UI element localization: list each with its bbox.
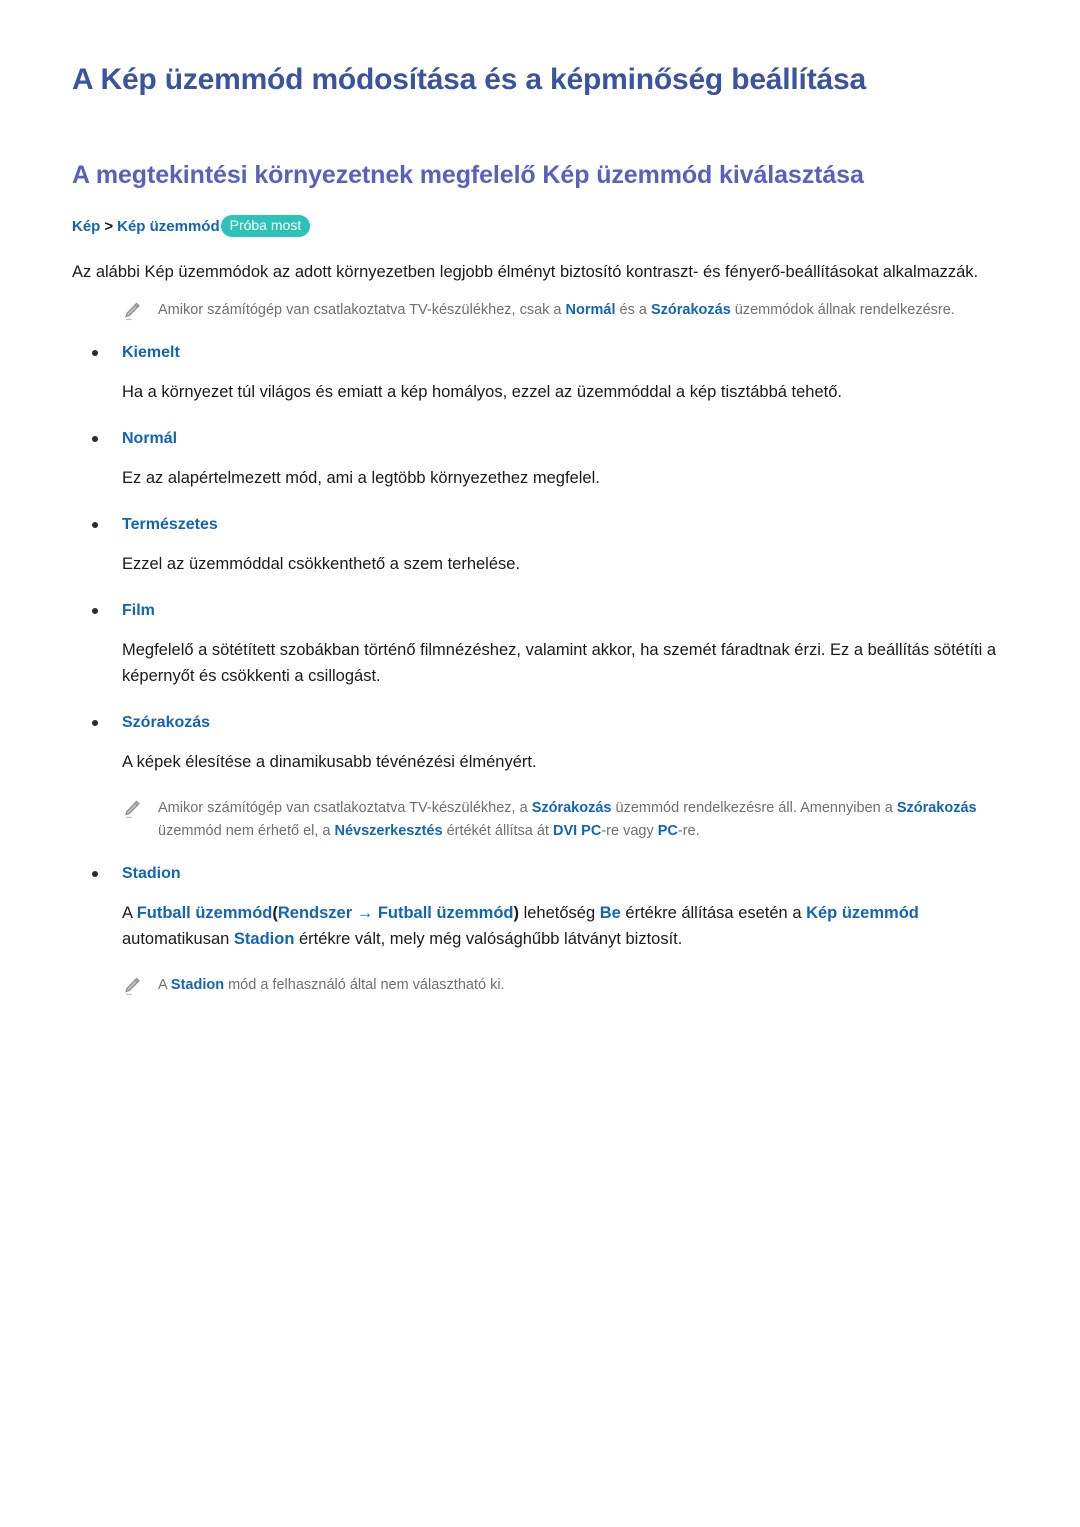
mode-label-text: Szórakozás [122,713,211,731]
breadcrumb-item-kep[interactable]: Kép [72,218,100,235]
mode-description-termeszetes: Ezzel az üzemmóddal csökkenthető a szem … [122,554,521,573]
stadion-bold-stadion: Stadion [233,929,295,948]
try-now-badge[interactable]: Próba most [220,215,311,237]
breadcrumb-item-kep-uzemmod[interactable]: Kép üzemmód [117,218,220,235]
stadion-part4: automatikusan [122,929,234,948]
mode-block-stadion: Stadion A Futball üzemmód(Rendszer → Fut… [72,862,1008,952]
stadion-part1: A [122,903,137,922]
note2-part3: üzemmód nem érhető el, a [158,823,335,840]
mode-block-szorakozas: Szórakozás A képek élesítése a dinamikus… [72,711,1008,775]
note-block-pc-modes: Amikor számítógép van csatlakoztatva TV-… [122,299,1008,323]
pencil-icon [122,976,142,998]
stadion-part2: lehetőség [518,903,600,922]
stadion-part3: értékre állítása esetén a [620,903,807,922]
note1-bold-szorakozas: Szórakozás [650,301,731,318]
note2-bold-szorakozas-2: Szórakozás [896,799,977,816]
mode-label-film: Film [72,599,1008,623]
note3-part1: A [158,977,171,994]
bullet-icon [92,521,98,528]
note2-part5: -re vagy [601,823,658,840]
mode-label-text: Kiemelt [122,343,180,361]
stadion-bold-rendszer: Rendszer [277,903,353,922]
note2-part4: értékét állítsa át [442,823,553,840]
document-page: A Kép üzemmód módosítása és a képminőség… [0,0,1080,1527]
mode-label-szorakozas: Szórakozás [72,711,1008,735]
pencil-icon [122,301,142,323]
mode-label-text: Normál [122,429,178,447]
note2-bold-pc: PC [657,823,678,840]
stadion-part5: értékre vált, mely még valósághűbb látvá… [294,929,683,948]
note1-part1: Amikor számítógép van csatlakoztatva TV-… [158,301,566,318]
note1-part2: és a [615,301,651,318]
mode-description-kiemelt: Ha a környezet túl világos és emiatt a k… [122,382,842,401]
mode-label-kiemelt: Kiemelt [72,341,1008,365]
note-text: Amikor számítógép van csatlakoztatva TV-… [158,299,955,322]
note2-part1: Amikor számítógép van csatlakoztatva TV-… [158,799,532,816]
stadion-bold-kep-uzemmod: Kép üzemmód [806,903,919,922]
bullet-icon [92,607,98,614]
page-title: A Kép üzemmód módosítása és a képminőség… [72,63,866,96]
mode-block-film: Film Megfelelő a sötétített szobákban tö… [72,599,1008,689]
mode-block-termeszetes: Természetes Ezzel az üzemmóddal csökkent… [72,513,1008,577]
note2-bold-nevszerkesztes: Névszerkesztés [334,823,443,840]
note-text: A Stadion mód a felhasználó által nem vá… [158,974,505,997]
mode-description-stadion: A Futball üzemmód(Rendszer → Futball üze… [72,900,1008,952]
breadcrumb-separator: > [104,218,114,235]
mode-block-normal: Normál Ez az alapértelmezett mód, ami a … [72,427,1008,491]
stadion-bold-be: Be [599,903,621,922]
mode-description-normal: Ez az alapértelmezett mód, ami a legtöbb… [122,468,600,487]
bullet-icon [92,870,98,877]
note-block-szorakozas-pc: Amikor számítógép van csatlakoztatva TV-… [122,797,1008,844]
note2-bold-szorakozas-1: Szórakozás [531,799,612,816]
mode-label-text: Természetes [122,515,218,533]
breadcrumb: Kép > Kép üzemmód Próba most [72,215,1008,239]
note3-part2: mód a felhasználó által nem választható … [224,977,505,994]
mode-label-termeszetes: Természetes [72,513,1008,537]
mode-label-text: Stadion [122,864,181,882]
mode-description-film: Megfelelő a sötétített szobákban történő… [122,640,997,685]
note2-bold-dvi-pc: DVI PC [552,823,602,840]
note2-part2: üzemmód rendelkezésre áll. Amennyiben a [611,799,897,816]
note-text: Amikor számítógép van csatlakoztatva TV-… [158,797,1008,844]
pencil-icon [122,799,142,821]
stadion-arrow-icon: → [352,903,378,922]
mode-label-normal: Normál [72,427,1008,451]
bullet-icon [92,349,98,356]
mode-label-text: Film [122,601,155,619]
note-block-stadion-not-selectable: A Stadion mód a felhasználó által nem vá… [122,974,1008,998]
mode-label-stadion: Stadion [72,862,1008,886]
bullet-icon [92,719,98,726]
note2-part6: -re. [677,823,700,840]
note1-bold-normal: Normál [565,301,616,318]
mode-description-szorakozas: A képek élesítése a dinamikusabb tévénéz… [122,752,537,771]
stadion-bold-futball-uzemmod-1: Futball üzemmód [136,903,273,922]
note1-part3: üzemmódok állnak rendelkezésre. [730,301,955,318]
mode-block-kiemelt: Kiemelt Ha a környezet túl világos és em… [72,341,1008,405]
bullet-icon [92,435,98,442]
stadion-bold-futball-uzemmod-2: Futball üzemmód [377,903,514,922]
intro-paragraph: Az alábbi Kép üzemmódok az adott környez… [72,262,979,281]
section-title: A megtekintési környezetnek megfelelő Ké… [72,161,864,189]
note3-bold-stadion: Stadion [170,977,225,994]
